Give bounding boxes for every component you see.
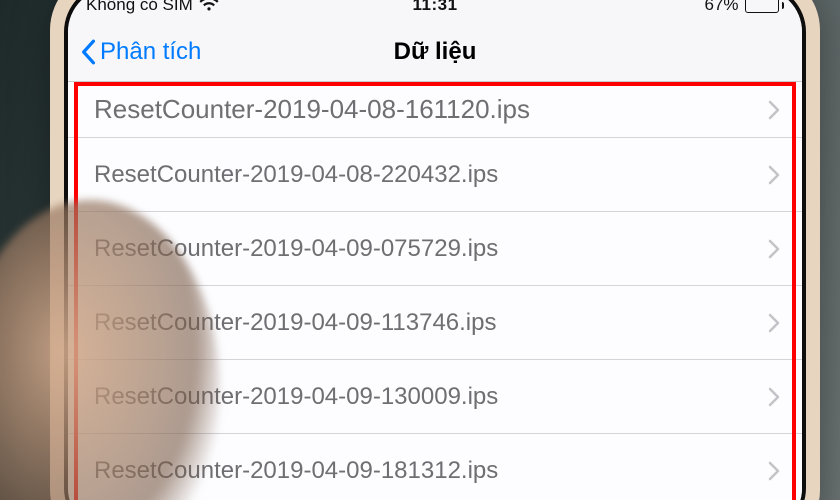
clock: 11:31 bbox=[412, 0, 457, 15]
list-item[interactable]: ResetCounter-2019-04-09-130009.ips bbox=[68, 360, 802, 434]
list-item[interactable]: ResetCounter-2019-04-09-181312.ips bbox=[68, 434, 802, 500]
list-item-label: ResetCounter-2019-04-09-181312.ips bbox=[94, 457, 760, 485]
page-title: Dữ liệu bbox=[394, 38, 477, 66]
back-label: Phân tích bbox=[100, 38, 201, 66]
chevron-right-icon bbox=[768, 313, 780, 333]
list-item-label: ResetCounter-2019-04-08-161120.ips bbox=[94, 94, 760, 125]
list-item[interactable]: ResetCounter-2019-04-08-161120.ips bbox=[68, 82, 802, 138]
phone-inner-frame: Không có SIM 11:31 67% bbox=[64, 0, 806, 500]
photo-backdrop: Không có SIM 11:31 67% bbox=[0, 0, 840, 500]
back-button[interactable]: Phân tích bbox=[80, 38, 201, 66]
battery-icon bbox=[745, 0, 785, 13]
analytics-data-list[interactable]: ResetCounter-2019-04-08-161120.ips Reset… bbox=[68, 82, 802, 500]
nav-bar: Phân tích Dữ liệu bbox=[68, 22, 802, 82]
list-item[interactable]: ResetCounter-2019-04-08-220432.ips bbox=[68, 138, 802, 212]
list-item-label: ResetCounter-2019-04-09-075729.ips bbox=[94, 235, 760, 263]
wifi-icon bbox=[199, 0, 219, 12]
phone-bezel: Không có SIM 11:31 67% bbox=[50, 0, 820, 500]
status-bar: Không có SIM 11:31 67% bbox=[68, 0, 802, 22]
list-item[interactable]: ResetCounter-2019-04-09-075729.ips bbox=[68, 212, 802, 286]
carrier-text: Không có SIM bbox=[86, 0, 193, 15]
list-item-label: ResetCounter-2019-04-09-130009.ips bbox=[94, 383, 760, 411]
chevron-right-icon bbox=[768, 165, 780, 185]
screen: Không có SIM 11:31 67% bbox=[68, 0, 802, 500]
list-item-label: ResetCounter-2019-04-08-220432.ips bbox=[94, 161, 760, 189]
chevron-right-icon bbox=[768, 387, 780, 407]
list-item-label: ResetCounter-2019-04-09-113746.ips bbox=[94, 309, 760, 337]
chevron-right-icon bbox=[768, 461, 780, 481]
chevron-right-icon bbox=[768, 100, 780, 120]
chevron-left-icon bbox=[80, 39, 96, 65]
chevron-right-icon bbox=[768, 239, 780, 259]
battery-percent: 67% bbox=[704, 0, 738, 15]
list-item[interactable]: ResetCounter-2019-04-09-113746.ips bbox=[68, 286, 802, 360]
